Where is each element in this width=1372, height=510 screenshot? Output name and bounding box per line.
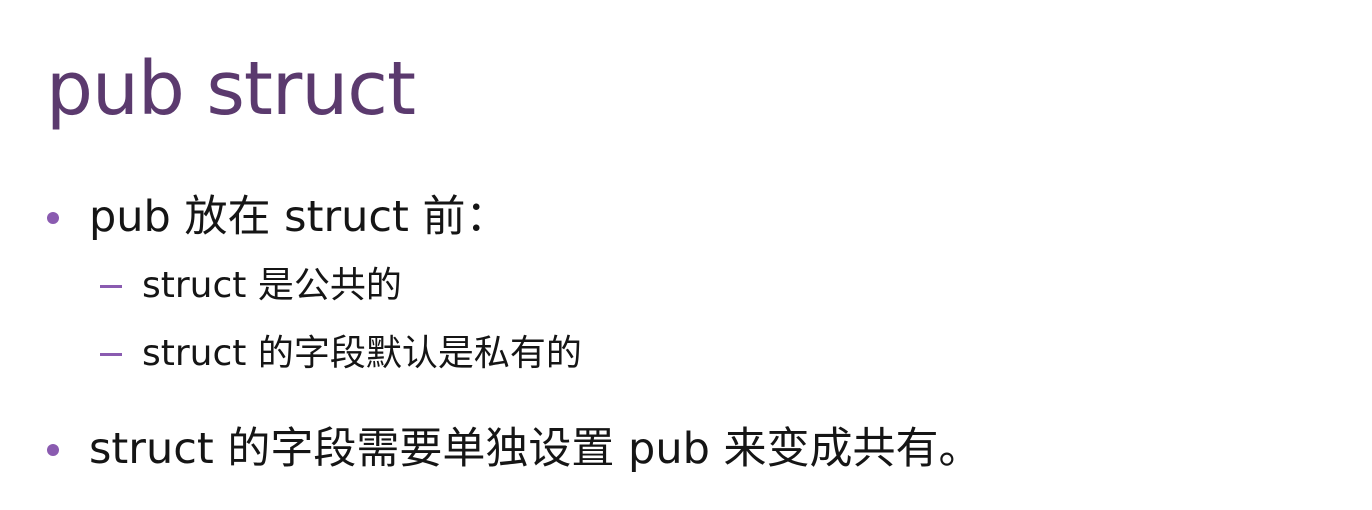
- sub-bullet-text: struct 的字段默认是私有的: [142, 333, 582, 374]
- bullet-text: pub 放在 struct 前：: [89, 192, 509, 242]
- bullet-text: struct 的字段需要单独设置 pub 来变成共有。: [89, 424, 982, 474]
- dash-icon: [100, 284, 122, 288]
- bullet-item: pub 放在 struct 前：: [47, 196, 509, 239]
- sub-bullet-text: struct 是公共的: [142, 265, 402, 306]
- bullet-item: struct 的字段需要单独设置 pub 来变成共有。: [47, 428, 982, 471]
- sub-bullet-item: struct 的字段默认是私有的: [100, 336, 582, 372]
- bullet-dot-icon: [47, 443, 59, 456]
- slide-title: pub struct: [46, 46, 416, 132]
- sub-bullet-item: struct 是公共的: [100, 268, 402, 304]
- bullet-dot-icon: [47, 211, 59, 224]
- slide: pub struct pub 放在 struct 前： struct 是公共的 …: [0, 0, 1372, 510]
- dash-icon: [100, 352, 122, 356]
